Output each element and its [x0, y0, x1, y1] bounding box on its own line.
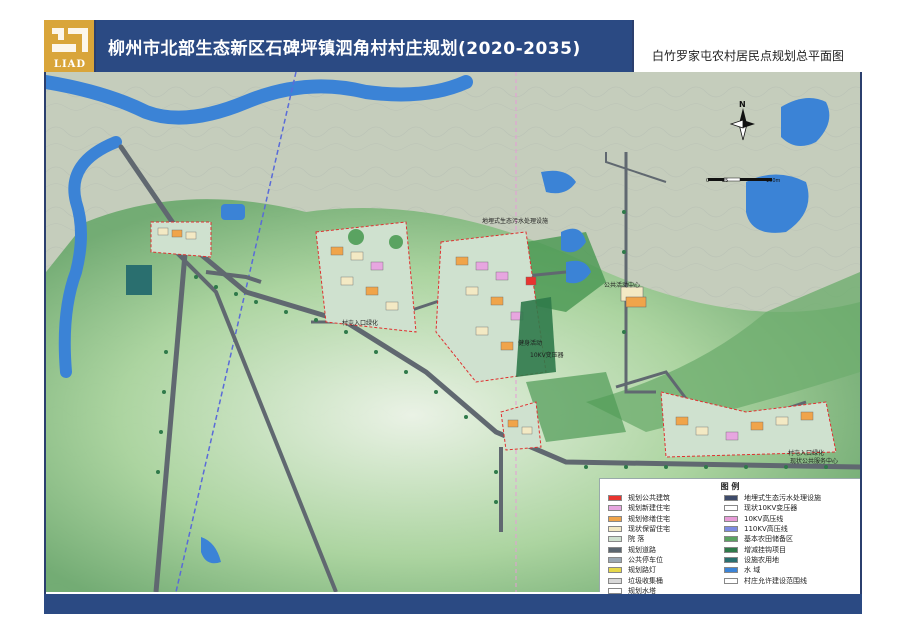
legend-label: 水 域	[744, 566, 761, 575]
legend-swatch	[608, 567, 622, 574]
legend-label: 基本农田储备区	[744, 535, 793, 544]
legend-label: 增减挂钩项目	[744, 545, 786, 554]
map-label: 村屯入口绿化	[342, 320, 379, 327]
map-label: 10KV变压器	[530, 352, 564, 359]
map-label: 公共活动中心	[604, 282, 641, 289]
legend-item: 规划道路	[608, 544, 670, 554]
scale-label-start: 0	[706, 178, 710, 184]
legend-label: 村庄允许建设范围线	[744, 576, 807, 585]
legend-item: 现状10KV变压器	[724, 503, 821, 513]
legend-item: 规划新建住宅	[608, 503, 670, 513]
legend-label: 现状10KV变压器	[744, 504, 798, 513]
legend-label: 公共停车位	[628, 555, 663, 564]
legend-label: 规划路灯	[628, 566, 656, 575]
legend-swatch	[608, 505, 622, 512]
legend-item: 垃圾收集桶	[608, 575, 670, 585]
legend-item: 规划公共建筑	[608, 493, 670, 503]
header: LIAD 柳州市北部生态新区石碑坪镇泗角村村庄规划(2020-2035) 白竹罗…	[44, 20, 862, 72]
scale-label-mid: 25	[722, 178, 729, 184]
footer-bar	[44, 594, 862, 614]
logo-mark-icon	[52, 28, 88, 52]
map-label: 健身活动	[518, 340, 543, 347]
legend-label: 院 落	[628, 535, 645, 544]
settlement-west	[150, 221, 212, 258]
legend-title: 图 例	[720, 482, 740, 491]
legend-label: 10KV高压线	[744, 514, 784, 523]
legend-swatch	[724, 495, 738, 502]
legend-item: 设施农用地	[724, 555, 821, 565]
legend-item: 地埋式生态污水处理设施	[724, 493, 821, 503]
legend-item: 水 域	[724, 565, 821, 575]
north-arrow-icon	[729, 108, 755, 141]
legend-item: 110KV高压线	[724, 524, 821, 534]
legend-item: 增减挂钩项目	[724, 544, 821, 554]
legend: 图 例 规划公共建筑 规划新建住宅 规划修缮住宅 现状保留住宅院 落规划道路 公共停车位…	[599, 478, 860, 595]
scale-label-end: 100m	[766, 178, 781, 184]
legend-label: 规划修缮住宅	[628, 514, 670, 523]
legend-item: 村庄允许建设范围线	[724, 575, 821, 585]
legend-label: 规划新建住宅	[628, 504, 670, 513]
legend-swatch	[724, 556, 738, 563]
legend-item: 现状保留住宅	[608, 524, 670, 534]
legend-swatch	[724, 546, 738, 553]
legend-item: 公共停车位	[608, 555, 670, 565]
legend-label: 设施农用地	[744, 555, 779, 564]
logo-text: LIAD	[53, 59, 87, 70]
legend-swatch	[724, 536, 738, 543]
page-title: 柳州市北部生态新区石碑坪镇泗角村村庄规划(2020-2035)	[96, 20, 634, 72]
legend-label: 规划公共建筑	[628, 494, 670, 503]
legend-swatch	[724, 526, 738, 533]
legend-swatch	[724, 567, 738, 574]
legend-swatch	[608, 546, 622, 553]
legend-swatch	[608, 577, 622, 584]
legend-swatch	[608, 526, 622, 533]
legend-swatch	[724, 505, 738, 512]
legend-swatch	[724, 515, 738, 522]
settlement-central-west	[315, 221, 417, 333]
legend-label: 110KV高压线	[744, 525, 788, 534]
legend-swatch	[724, 577, 738, 584]
legend-label: 垃圾收集桶	[628, 576, 663, 585]
legend-column-right: 地埋式生态污水处理设施 现状10KV变压器 10KV高压线 110KV高压线 基本农田储…	[724, 493, 821, 586]
facility-farmland	[126, 265, 152, 295]
legend-item: 规划修缮住宅	[608, 514, 670, 524]
legend-item: 规划路灯	[608, 565, 670, 575]
legend-swatch	[608, 536, 622, 543]
legend-swatch	[608, 515, 622, 522]
legend-label: 规划道路	[628, 545, 656, 554]
legend-item: 院 落	[608, 534, 670, 544]
legend-label: 现状保留住宅	[628, 525, 670, 534]
legend-swatch	[608, 587, 622, 594]
map-label: 现状公共服务中心	[790, 458, 839, 465]
legend-label: 地埋式生态污水处理设施	[744, 494, 821, 503]
drawing-subtitle: 白竹罗家屯农村居民点规划总平面图	[634, 20, 862, 72]
legend-column-left: 规划公共建筑 规划新建住宅 规划修缮住宅 现状保留住宅院 落规划道路 公共停车位规划路灯…	[608, 493, 670, 596]
legend-swatch	[608, 556, 622, 563]
legend-item: 10KV高压线	[724, 514, 821, 524]
legend-swatch	[608, 495, 622, 502]
logo: LIAD	[44, 20, 96, 72]
pond	[221, 204, 245, 220]
legend-item: 基本农田储备区	[724, 534, 821, 544]
map-label: 地埋式生态污水处理设施	[482, 218, 549, 225]
